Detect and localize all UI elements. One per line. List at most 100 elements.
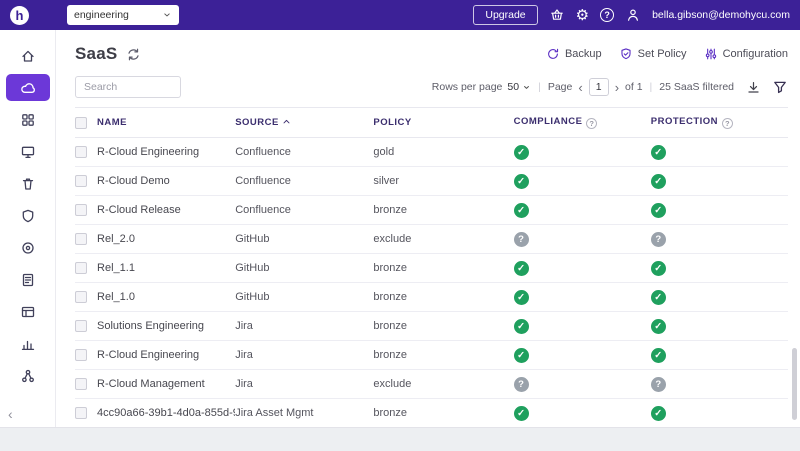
help-icon[interactable]: ? [600, 8, 614, 22]
settings-gear-icon[interactable]: ⚙ [576, 8, 589, 23]
sidebar-item-analytics[interactable] [6, 330, 50, 357]
sidebar-item-dashboard[interactable] [6, 42, 50, 69]
marketplace-basket-icon[interactable] [549, 7, 565, 23]
chevron-down-icon [522, 83, 531, 92]
search-input[interactable] [75, 76, 181, 98]
download-icon[interactable] [746, 80, 761, 95]
vertical-scrollbar[interactable] [792, 348, 797, 420]
row-checkbox[interactable] [75, 175, 87, 187]
compliance-status-icon: ✓ [514, 145, 529, 160]
row-policy: silver [373, 175, 399, 187]
filtered-count-label: 25 SaaS filtered [659, 81, 734, 93]
sidebar-item-targets[interactable] [6, 234, 50, 261]
row-checkbox[interactable] [75, 320, 87, 332]
hycu-logo-icon: h [10, 6, 29, 25]
sidebar-item-saas[interactable] [6, 74, 50, 101]
row-name: R-Cloud Engineering [97, 349, 199, 361]
column-header-name[interactable]: NAME [97, 108, 235, 138]
set-policy-button[interactable]: Set Policy [619, 47, 687, 61]
sidebar-item-reports[interactable] [6, 266, 50, 293]
table-row[interactable]: R-Cloud Engineering Confluence gold ✓ ✓ [75, 138, 788, 167]
column-header-protection[interactable]: PROTECTION? [651, 108, 788, 138]
row-checkbox[interactable] [75, 146, 87, 158]
select-all-checkbox[interactable] [75, 117, 87, 129]
page-label: Page [548, 81, 573, 93]
row-name: Rel_1.0 [97, 291, 135, 303]
bottom-strip [0, 427, 800, 451]
compliance-info-icon[interactable]: ? [586, 118, 597, 129]
home-icon [20, 48, 36, 64]
user-email[interactable]: bella.gibson@demohycu.com [652, 9, 790, 21]
sidebar-collapse-button[interactable]: ‹ [8, 407, 13, 421]
topbar: h engineering Upgrade ⚙ ? bella.gibson@d… [0, 0, 800, 30]
row-policy: bronze [373, 349, 407, 361]
shield-icon [20, 208, 36, 224]
row-checkbox[interactable] [75, 291, 87, 303]
sidebar-item-applications[interactable] [6, 106, 50, 133]
sidebar-item-identities[interactable] [6, 362, 50, 389]
row-name: R-Cloud Demo [97, 175, 170, 187]
table-row[interactable]: R-Cloud Release Confluence bronze ✓ ✓ [75, 196, 788, 225]
protection-status-icon: ✓ [651, 406, 666, 421]
table-row[interactable]: R-Cloud Management Jira exclude ? ? [75, 370, 788, 399]
backup-button[interactable]: Backup [546, 47, 602, 61]
row-name: R-Cloud Release [97, 204, 181, 216]
column-header-compliance[interactable]: COMPLIANCE? [514, 108, 651, 138]
row-checkbox[interactable] [75, 378, 87, 390]
sidebar-item-billing[interactable] [6, 298, 50, 325]
table-row[interactable]: Solutions Engineering Jira bronze ✓ ✓ [75, 312, 788, 341]
row-source: Jira [235, 378, 253, 390]
row-source: GitHub [235, 233, 269, 245]
row-name: R-Cloud Management [97, 378, 205, 390]
compliance-status-icon: ✓ [514, 406, 529, 421]
column-header-source[interactable]: SOURCE [235, 108, 373, 138]
row-checkbox[interactable] [75, 407, 87, 419]
row-checkbox[interactable] [75, 262, 87, 274]
org-dropdown[interactable]: engineering [67, 5, 179, 25]
app-root: h engineering Upgrade ⚙ ? bella.gibson@d… [0, 0, 800, 451]
sidebar-item-policies[interactable] [6, 202, 50, 229]
row-name: R-Cloud Engineering [97, 146, 199, 158]
row-checkbox[interactable] [75, 349, 87, 361]
org-dropdown-value: engineering [74, 9, 129, 21]
table-row[interactable]: R-Cloud Engineering Jira bronze ✓ ✓ [75, 341, 788, 370]
column-header-policy[interactable]: POLICY [373, 108, 513, 138]
table-row[interactable]: Rel_1.1 GitHub bronze ✓ ✓ [75, 254, 788, 283]
compliance-status-icon: ✓ [514, 290, 529, 305]
row-checkbox[interactable] [75, 233, 87, 245]
compliance-status-icon: ✓ [514, 174, 529, 189]
row-policy: bronze [373, 320, 407, 332]
table-row[interactable]: R-Cloud Demo Confluence silver ✓ ✓ [75, 167, 788, 196]
upgrade-button[interactable]: Upgrade [473, 5, 537, 25]
page-actions: Backup Set Policy Configuration [546, 47, 788, 61]
grid-icon [20, 112, 36, 128]
sidebar-item-buckets[interactable] [6, 170, 50, 197]
page-number-input[interactable]: 1 [589, 78, 609, 96]
backup-icon [546, 47, 560, 61]
filter-icon[interactable] [772, 79, 788, 95]
protection-status-icon: ✓ [651, 261, 666, 276]
row-checkbox[interactable] [75, 204, 87, 216]
row-policy: bronze [373, 407, 407, 419]
row-source: Jira [235, 320, 253, 332]
prev-page-button[interactable]: ‹ [577, 80, 583, 95]
refresh-icon[interactable] [126, 47, 141, 62]
table-row[interactable]: 4cc90a66-39b1-4d0a-855d-960ae... Jira As… [75, 399, 788, 428]
divider: | [650, 81, 653, 93]
row-policy: exclude [373, 233, 411, 245]
table-row[interactable]: Rel_2.0 GitHub exclude ? ? [75, 225, 788, 254]
page-header: SaaS Backup Set Policy Configuration [75, 42, 788, 66]
next-page-button[interactable]: › [614, 80, 620, 95]
table-row[interactable]: Rel_1.0 GitHub bronze ✓ ✓ [75, 283, 788, 312]
sidebar-item-machines[interactable] [6, 138, 50, 165]
row-policy: gold [373, 146, 394, 158]
rows-per-page-select[interactable]: 50 [507, 81, 531, 93]
row-source: Jira Asset Mgmt [235, 407, 313, 419]
cloud-icon [20, 80, 36, 96]
monitor-icon [20, 144, 36, 160]
row-source: GitHub [235, 262, 269, 274]
configuration-button[interactable]: Configuration [704, 47, 788, 61]
row-name: 4cc90a66-39b1-4d0a-855d-960ae... [97, 407, 235, 419]
user-icon[interactable] [625, 7, 641, 23]
protection-info-icon[interactable]: ? [722, 118, 733, 129]
